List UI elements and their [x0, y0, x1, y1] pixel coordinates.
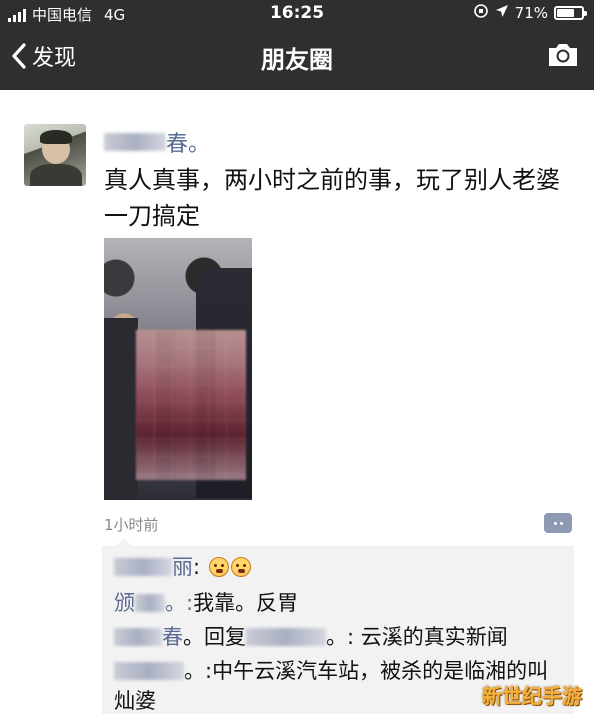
- blurred-name: [135, 594, 165, 612]
- battery-fill: [557, 9, 575, 17]
- blurred-reply-name: [246, 628, 326, 646]
- camera-icon: [549, 44, 577, 66]
- post-video-thumbnail[interactable]: [104, 238, 252, 500]
- camera-button[interactable]: [546, 41, 580, 69]
- post-text: 真人真事，两小时之前的事，玩了别人老婆一刀搞定: [104, 166, 560, 230]
- status-bar: 中国电信 4G 16:25 71%: [0, 0, 594, 26]
- comment-menu-button[interactable]: [544, 513, 572, 533]
- fearful-emoji-icon: [208, 557, 229, 577]
- comment-item[interactable]: 颁。:我靠。反胃: [114, 588, 566, 618]
- location-icon: [495, 4, 509, 22]
- comment-item[interactable]: 丽:: [114, 552, 566, 582]
- comment-text: 。: 云溪的真实新闻: [326, 625, 508, 649]
- comment-text: 我靠。反胃: [193, 591, 299, 615]
- comment-author: 颁: [114, 591, 135, 615]
- rotation-lock-icon: [473, 3, 489, 23]
- blurred-name: [114, 558, 172, 576]
- nav-bar: 发现 朋友圈: [0, 26, 594, 90]
- blurred-name: [114, 662, 184, 680]
- post-author[interactable]: 春。: [104, 126, 210, 158]
- battery-icon: [554, 6, 587, 20]
- page-title: 朋友圈: [261, 46, 333, 74]
- post-author-visible: 春。: [166, 132, 211, 157]
- battery-percent: 71%: [514, 4, 548, 22]
- moments-post: 春。 真人真事，两小时之前的事，玩了别人老婆一刀搞定 1小时前 丽: 颁。:我靠…: [0, 90, 594, 714]
- comment-author: 春: [162, 625, 183, 649]
- status-right: 71%: [473, 3, 587, 23]
- blurred-name: [114, 628, 162, 646]
- fearful-emoji-icon: [230, 557, 251, 577]
- avatar[interactable]: [24, 124, 86, 186]
- site-watermark: 新世纪手游: [482, 684, 582, 708]
- comment-item[interactable]: 春。回复。: 云溪的真实新闻: [114, 622, 566, 652]
- comment-author: 丽: [172, 555, 193, 579]
- post-time: 1小时前: [104, 516, 159, 534]
- blurred-name: [104, 133, 166, 151]
- top-bar: 中国电信 4G 16:25 71% 发现 朋友圈: [0, 0, 594, 90]
- mosaic-blur: [136, 330, 246, 480]
